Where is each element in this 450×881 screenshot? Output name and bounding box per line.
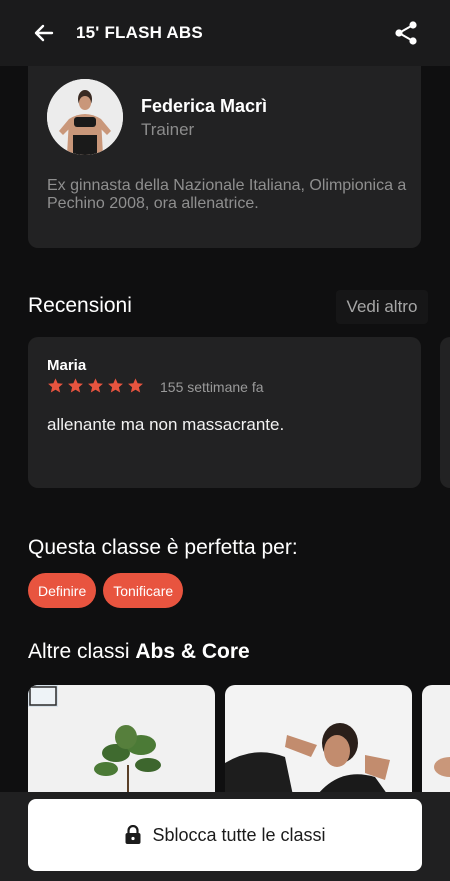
other-classes-category: Abs & Core: [135, 640, 250, 663]
tag-tonificare[interactable]: Tonificare: [103, 573, 184, 608]
class-thumbnail-1[interactable]: [28, 685, 215, 805]
page-title: 15' FLASH ABS: [76, 23, 203, 42]
trainer-bio: Ex ginnasta della Nazionale Italiana, Ol…: [47, 177, 407, 212]
see-more-link[interactable]: Vedi altro: [336, 290, 428, 324]
review-time: 155 settimane fa: [160, 379, 264, 395]
arrow-left-icon: [34, 24, 54, 42]
back-button[interactable]: [30, 19, 58, 47]
star-icon: [68, 378, 83, 393]
trainer-card[interactable]: Federica Macrì Trainer Ex ginnasta della…: [28, 56, 421, 248]
trainer-name: Federica Macrì: [141, 96, 268, 116]
star-icon: [128, 378, 143, 393]
goal-tags: Definire Tonificare: [28, 573, 184, 608]
review-author: Maria: [47, 357, 87, 374]
tag-definire[interactable]: Definire: [28, 573, 97, 608]
share-button[interactable]: [392, 18, 420, 48]
trainer-role: Trainer: [141, 120, 195, 139]
review-text: allenante ma non massacrante.: [47, 415, 285, 434]
share-icon: [395, 21, 417, 45]
trainer-avatar: [47, 79, 123, 155]
other-classes-prefix: Altre classi: [28, 640, 136, 663]
other-classes-title: Altre classi Abs & Core: [28, 640, 250, 664]
top-bar: 15' FLASH ABS: [0, 0, 450, 66]
next-review-card[interactable]: [440, 337, 450, 488]
unlock-button-label: Sblocca tutte le classi: [152, 824, 326, 845]
class-thumbnail-2[interactable]: [225, 685, 412, 805]
star-icon: [88, 378, 103, 393]
star-icon: [108, 378, 123, 393]
star-icon: [48, 378, 63, 393]
review-card: Maria 155 settimane fa allenante ma non …: [28, 337, 421, 488]
rating-stars: [47, 377, 144, 394]
unlock-all-classes-button[interactable]: Sblocca tutte le classi: [28, 799, 422, 871]
suited-for-title: Questa classe è perfetta per:: [28, 536, 298, 559]
lock-icon: [125, 825, 141, 844]
reviews-title: Recensioni: [28, 294, 132, 317]
class-thumbnail-3[interactable]: [422, 685, 450, 805]
